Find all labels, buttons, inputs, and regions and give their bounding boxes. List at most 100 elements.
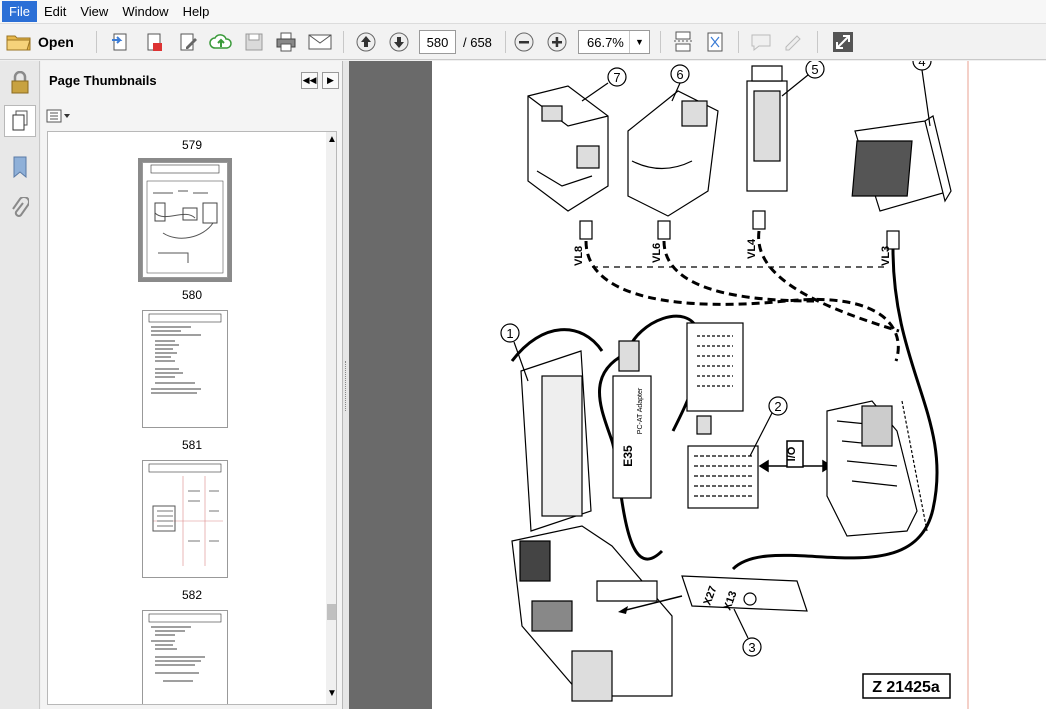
zoom-select[interactable]: 66.7% ▼ [578,30,650,54]
bookmarks-button[interactable] [4,151,36,183]
callout-3: 3 [733,608,762,657]
svg-text:4: 4 [918,61,925,69]
thumbnail-page-581[interactable] [142,310,228,428]
bookmark-icon [13,156,27,178]
svg-text:3: 3 [748,640,755,655]
highlight-button[interactable] [780,29,808,55]
toolbar-divider [505,31,506,53]
menu-edit[interactable]: Edit [37,1,73,22]
document-page: 7 6 5 4 VL8 VL6 VL4 VL3 1 E35 PC-AT Adap… [432,61,1046,709]
panel-title: Page Thumbnails [49,73,157,88]
thumbnail-page-label: 581 [181,438,203,452]
thumbnail-page-582[interactable] [142,460,228,578]
open-label: Open [38,34,74,50]
callout-4: 4 [912,61,932,127]
svg-text:VL4: VL4 [746,238,758,259]
export-pdf-icon [147,33,162,51]
pen-icon [785,35,801,51]
arrow-down-circle-icon [389,32,409,52]
upload-cloud-button[interactable] [207,29,235,55]
zoom-in-button[interactable] [543,29,571,55]
menu-bar: File Edit View Window Help [0,0,1046,24]
create-pdf-button[interactable] [106,29,134,55]
scrollbar-thumb[interactable] [327,604,336,620]
device-4-laptop [851,115,952,212]
zoom-out-button[interactable] [510,29,538,55]
cloud-upload-icon [209,34,232,49]
previous-page-button[interactable] [352,29,380,55]
callout-7: 7 [581,67,627,102]
edit-pdf-button[interactable] [174,29,202,55]
fullscreen-button[interactable] [829,29,857,55]
thumbnail-page-label: 582 [181,588,203,602]
panel-next-button[interactable]: ▶ [322,72,339,89]
double-chevron-left-icon: ◀◀ [302,75,317,85]
device-1 [510,328,604,532]
scrolling-mode-button[interactable] [669,29,697,55]
svg-text:VL3: VL3 [880,246,892,266]
svg-text:5: 5 [811,62,818,77]
attachments-button[interactable] [4,193,36,225]
page-number-input[interactable] [419,30,456,54]
svg-text:7: 7 [613,70,620,85]
folder-icon [6,35,31,51]
document-viewer[interactable]: 7 6 5 4 VL8 VL6 VL4 VL3 1 E35 PC-AT Adap… [349,61,1046,709]
menu-view[interactable]: View [73,1,115,22]
thumbnail-page-580[interactable] [138,158,232,282]
connectors [579,210,900,250]
save-button[interactable] [240,29,268,55]
thumbnail-scrollbar[interactable]: ▲ ▼ [326,132,336,704]
svg-text:6: 6 [676,67,683,82]
fit-page-button[interactable] [701,29,729,55]
comment-button[interactable] [747,29,775,55]
thumbnail-schematic-image [148,463,223,566]
paperclip-icon [12,197,29,217]
toolbar-divider [817,31,818,53]
menu-file[interactable]: File [2,1,37,22]
arrow-up-circle-icon [356,32,376,52]
toolbar-divider [343,31,344,53]
device-6 [627,90,719,217]
chevron-up-icon[interactable]: ▲ [327,134,336,145]
menu-window[interactable]: Window [115,1,175,22]
toolbar-divider [660,31,661,53]
export-pdf-button[interactable] [140,29,168,55]
connector-plate: X27 X13 [681,575,808,612]
thumbnail-page-583[interactable] [142,610,228,704]
next-page-button[interactable] [385,29,413,55]
chevron-down-icon[interactable]: ▼ [327,688,336,699]
thumbnail-text-image [148,613,222,682]
chevron-down-icon[interactable]: ▼ [629,31,649,53]
navigation-rail [0,61,40,709]
page-total-label: / 658 [463,35,492,50]
open-button[interactable]: Open [6,29,74,55]
menu-help[interactable]: Help [176,1,217,22]
minus-circle-icon [514,32,534,52]
page-thumbnails-button[interactable] [4,105,36,137]
splitter-grip [345,361,347,411]
lock-icon [11,71,29,94]
figure-id: Z 21425a [872,679,940,696]
security-button[interactable] [4,67,36,99]
envelope-icon [308,34,332,50]
thumbnail-list: 579 580 581 582 ▲ ▼ [47,131,337,705]
svg-text:PC-AT Adapter: PC-AT Adapter [637,387,644,434]
collapse-panel-button[interactable]: ◀◀ [301,72,318,89]
create-pdf-icon [112,33,127,51]
print-button[interactable] [272,29,300,55]
thumbnails-panel: Page Thumbnails ◀◀ ▶ 579 580 581 582 ▲ ▼ [41,61,343,709]
machine-assembly [826,400,928,537]
plus-circle-icon [547,32,567,52]
chevron-right-icon: ▶ [327,75,334,85]
fit-page-icon [707,32,723,52]
thumbnail-options-button[interactable] [46,107,76,125]
email-button[interactable] [306,29,334,55]
toolbar-divider [738,31,739,53]
save-icon [245,33,263,51]
tractor-console [511,525,673,702]
cable-labels: VL8 VL6 VL4 VL3 [573,238,892,266]
svg-text:1: 1 [506,326,513,341]
svg-text:2: 2 [774,399,781,414]
thumbnail-diagram-image [146,164,224,274]
pages-icon [12,110,28,131]
